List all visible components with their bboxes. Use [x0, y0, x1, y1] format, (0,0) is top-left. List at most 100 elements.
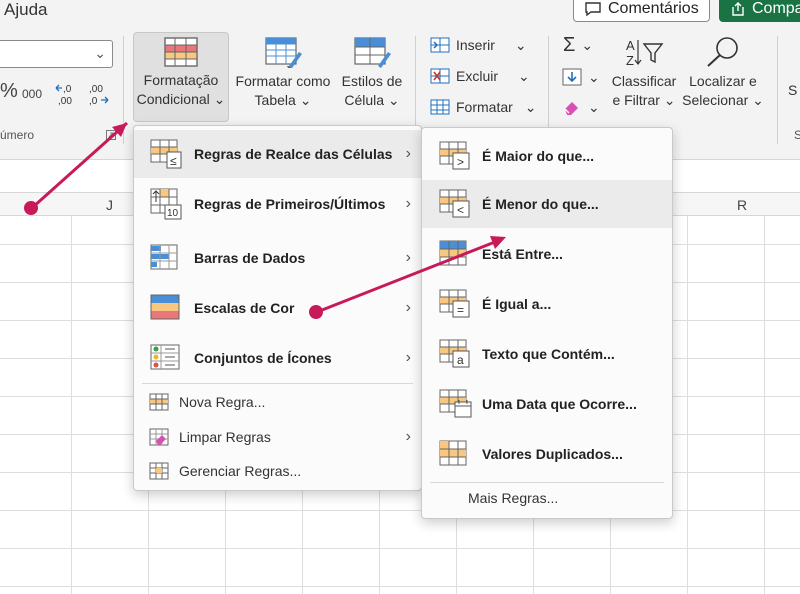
- delete-button[interactable]: Excluir ⌄: [430, 67, 530, 85]
- menu-item-label: É Maior do que...: [482, 148, 595, 164]
- column-header-r[interactable]: R: [737, 197, 747, 213]
- sort-filter-icon: A Z: [626, 38, 664, 68]
- menu-item-date-occurring[interactable]: Uma Data que Ocorre...: [422, 380, 672, 428]
- svg-text:10: 10: [167, 208, 179, 219]
- insert-label: Inserir: [456, 37, 495, 53]
- menu-item-greater-than[interactable]: > É Maior do que...: [422, 132, 672, 180]
- sort-filter-line2: e Filtrar: [612, 92, 660, 108]
- menu-item-label: Está Entre...: [482, 246, 563, 262]
- menu-item-manage-rules[interactable]: Gerenciar Regras...: [134, 454, 421, 488]
- chevron-down-icon: ⌄: [588, 68, 600, 85]
- share-icon: [732, 2, 744, 16]
- menu-item-less-than[interactable]: < É Menor do que...: [422, 180, 672, 228]
- comments-button[interactable]: Comentários: [573, 0, 710, 22]
- sensitivity-button-partial[interactable]: S: [788, 82, 797, 98]
- comment-icon: [585, 2, 601, 17]
- format-as-table-button[interactable]: Formatar como Tabela ⌄: [231, 32, 335, 122]
- menu-item-icon-sets[interactable]: Conjuntos de Ícones ›: [134, 334, 421, 382]
- conditional-formatting-button[interactable]: Formatação Condicional ⌄: [133, 32, 229, 122]
- between-icon: [439, 240, 467, 266]
- sort-filter-line1: Classificar: [611, 73, 677, 89]
- clear-button[interactable]: ⌄: [562, 98, 600, 116]
- menu-item-label: Regras de Realce das Células: [194, 146, 393, 162]
- menu-separator: [142, 383, 413, 384]
- color-scales-icon: [150, 294, 180, 320]
- ribbon-separator: [777, 36, 778, 144]
- comments-label: Comentários: [608, 0, 699, 17]
- menu-item-highlight-cells-rules[interactable]: ≤ Regras de Realce das Células ›: [134, 130, 421, 178]
- fill-button[interactable]: ⌄: [562, 68, 600, 86]
- menu-item-equal-to[interactable]: = É Igual a...: [422, 280, 672, 328]
- format-button[interactable]: Formatar ⌄: [430, 98, 537, 116]
- share-button[interactable]: Compa: [719, 0, 800, 22]
- menu-item-text-contains[interactable]: a Texto que Contém...: [422, 330, 672, 378]
- autosum-button[interactable]: Σ ⌄: [563, 34, 593, 57]
- menu-item-duplicate-values[interactable]: Valores Duplicados...: [422, 430, 672, 478]
- conditional-formatting-line1: Formatação: [143, 72, 219, 88]
- chevron-right-icon: ›: [405, 249, 411, 266]
- sort-filter-button[interactable]: A Z Classificar e Filtrar ⌄: [608, 32, 680, 122]
- increase-decimal-icon[interactable]: ,0 ,00: [55, 82, 79, 108]
- column-header-j[interactable]: J: [106, 197, 113, 213]
- menu-item-top-bottom-rules[interactable]: 10 Regras de Primeiros/Últimos ›: [134, 180, 421, 228]
- clear-rules-icon: [149, 428, 169, 446]
- svg-text:<: <: [457, 203, 464, 217]
- date-occurring-icon: [439, 389, 472, 418]
- find-select-button[interactable]: Localizar e Selecionar ⌄: [682, 32, 764, 122]
- icon-sets-icon: [150, 344, 180, 370]
- chevron-down-icon: ⌄: [748, 92, 764, 108]
- format-label: Formatar: [456, 99, 513, 115]
- svg-text:,0: ,0: [63, 84, 72, 95]
- menu-item-label: Nova Regra...: [179, 394, 266, 410]
- svg-text:A: A: [626, 38, 635, 53]
- menu-item-label: Valores Duplicados...: [482, 446, 623, 462]
- number-group-label: úmero: [0, 128, 35, 142]
- cell-styles-line2: Célula: [344, 92, 385, 108]
- eraser-icon: [564, 102, 578, 115]
- cell-styles-button[interactable]: Estilos de Célula ⌄: [337, 32, 407, 122]
- menu-item-label: É Igual a...: [482, 296, 552, 312]
- dialog-launcher-icon[interactable]: [106, 130, 116, 140]
- find-select-line2: Selecionar: [682, 92, 749, 108]
- chevron-down-icon: ⌄: [209, 91, 226, 107]
- percent-style-button[interactable]: %: [0, 80, 18, 103]
- new-rule-icon: [149, 393, 169, 411]
- menu-item-label: Conjuntos de Ícones: [194, 350, 332, 366]
- share-label: Compa: [752, 0, 800, 17]
- svg-text:,00: ,00: [89, 84, 103, 95]
- comma-style-button[interactable]: 000: [22, 87, 42, 101]
- menu-item-color-scales[interactable]: Escalas de Cor ›: [134, 284, 421, 332]
- menu-item-more-rules[interactable]: Mais Regras...: [468, 490, 558, 506]
- chevron-down-icon: ⌄: [588, 98, 600, 115]
- data-bars-icon: [150, 244, 178, 270]
- menu-item-between[interactable]: Está Entre...: [422, 230, 672, 278]
- menu-item-data-bars[interactable]: Barras de Dados ›: [134, 234, 421, 282]
- format-as-table-line1: Formatar como: [235, 73, 331, 89]
- menu-item-new-rule[interactable]: Nova Regra...: [134, 385, 421, 419]
- chevron-right-icon: ›: [405, 145, 411, 162]
- chevron-right-icon: ›: [405, 349, 411, 366]
- menu-item-clear-rules[interactable]: Limpar Regras ›: [134, 420, 421, 454]
- highlight-cells-submenu: > É Maior do que... < É Menor do que... …: [421, 127, 673, 519]
- menu-separator: [430, 482, 664, 483]
- cell-styles-icon: [354, 37, 391, 68]
- magnifier-icon: [707, 37, 738, 67]
- chevron-right-icon: ›: [405, 195, 411, 212]
- group-label-partial: S: [794, 128, 800, 142]
- conditional-formatting-icon: [164, 37, 198, 67]
- top-bottom-icon: 10: [150, 188, 182, 220]
- insert-button[interactable]: Inserir ⌄: [430, 36, 527, 54]
- delete-label: Excluir: [456, 68, 499, 84]
- decrease-decimal-icon[interactable]: ,00 ,0: [86, 82, 110, 108]
- tab-help[interactable]: Ajuda: [4, 0, 47, 20]
- chevron-right-icon: ›: [405, 428, 411, 445]
- cell-styles-line1: Estilos de: [341, 73, 403, 89]
- svg-text:>: >: [457, 155, 464, 169]
- chevron-down-icon: ⌄: [295, 92, 312, 108]
- number-format-dropdown[interactable]: ⌄: [0, 40, 113, 68]
- svg-text:a: a: [457, 353, 464, 367]
- svg-text:=: =: [457, 303, 464, 317]
- menu-item-label: Barras de Dados: [194, 250, 306, 266]
- equal-to-icon: =: [439, 289, 470, 318]
- svg-text:Z: Z: [626, 53, 634, 68]
